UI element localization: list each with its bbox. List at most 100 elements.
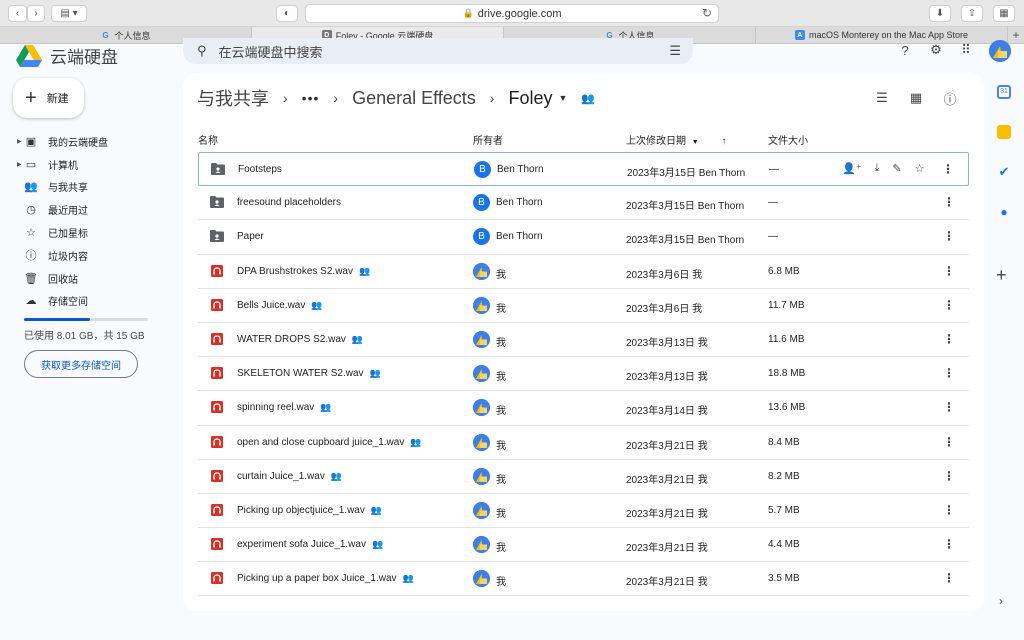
file-name[interactable]: spinning reel.wav 👥: [237, 402, 331, 413]
table-row[interactable]: spinning reel.wav 👥 我 2023年3月14日 我 13.6 MB ⋮: [198, 391, 969, 426]
table-row[interactable]: open and close cupboard juice_1.wav 👥 我 202…: [198, 426, 969, 460]
star-icon[interactable]: ☆: [915, 162, 925, 175]
file-size: 8.2 MB: [768, 470, 800, 482]
more-actions-icon[interactable]: ⋮: [943, 332, 955, 346]
sidebar-item[interactable]: ☆ 已加星标: [0, 221, 170, 244]
chevron-right-icon: ›: [333, 90, 339, 106]
table-row[interactable]: Footsteps B Ben Thorn 2023年3月15日 Ben Thorn —…: [198, 152, 969, 187]
file-name[interactable]: Paper: [237, 231, 264, 242]
search-bar[interactable]: ⚲ 在云端硬盘中搜索 ☰: [183, 38, 693, 64]
file-name[interactable]: Footsteps: [238, 164, 282, 175]
new-tab-button[interactable]: +: [1008, 27, 1024, 43]
calendar-icon[interactable]: 31: [997, 85, 1011, 99]
downloads-button[interactable]: ⬇: [929, 5, 951, 22]
more-actions-icon[interactable]: ⋮: [943, 229, 955, 243]
search-input[interactable]: 在云端硬盘中搜索: [219, 42, 323, 61]
caret-down-icon[interactable]: ▼: [558, 93, 567, 103]
table-row[interactable]: curtain Juice_1.wav 👥 我 2023年3月21日 我 8.2 MB ⋮: [198, 460, 969, 494]
privacy-shield-icon[interactable]: ◐: [276, 5, 298, 22]
file-name[interactable]: Bells Juice.wav 👥: [237, 300, 323, 311]
file-name[interactable]: Picking up a paper box Juice_1.wav 👥: [237, 573, 414, 584]
file-name-text: DPA Brushstrokes S2.wav: [237, 265, 353, 277]
file-name[interactable]: DPA Brushstrokes S2.wav 👥: [237, 266, 370, 277]
more-actions-icon[interactable]: ⋮: [943, 264, 955, 278]
more-actions-icon[interactable]: ⋮: [943, 537, 955, 551]
table-row[interactable]: SKELETON WATER S2.wav 👥 我 2023年3月13日 我 18.8 …: [198, 357, 969, 392]
breadcrumb-root[interactable]: 与我共享: [197, 85, 269, 111]
more-actions-icon[interactable]: ⋮: [943, 195, 955, 209]
more-actions-icon[interactable]: ⋮: [943, 366, 955, 380]
more-actions-icon[interactable]: ⋮: [943, 298, 955, 312]
breadcrumb-general-effects[interactable]: General Effects: [352, 88, 476, 109]
forward-button[interactable]: ›: [27, 5, 45, 22]
settings-gear-icon[interactable]: ⚙: [927, 41, 945, 59]
more-actions-icon[interactable]: ⋮: [943, 571, 955, 585]
get-more-storage-button[interactable]: 获取更多存储空间: [24, 350, 138, 378]
file-name[interactable]: open and close cupboard juice_1.wav 👥: [237, 437, 422, 448]
sidebar-item[interactable]: ▶ ▭ 计算机: [0, 153, 170, 176]
more-actions-icon[interactable]: ⋮: [943, 435, 955, 449]
back-button[interactable]: ‹: [8, 5, 27, 22]
search-options-icon[interactable]: ☰: [669, 43, 681, 59]
table-row[interactable]: Picking up objectjuice_1.wav 👥 我 2023年3月21日…: [198, 494, 969, 529]
share-person-add-icon[interactable]: 👤⁺: [842, 162, 862, 175]
table-row[interactable]: DPA Brushstrokes S2.wav 👥 我 2023年3月6日 我 6.8 …: [198, 255, 969, 289]
reload-icon[interactable]: ↻: [702, 6, 712, 20]
grid-view-icon[interactable]: ▦: [908, 90, 924, 106]
breadcrumb-overflow-button[interactable]: •••: [302, 90, 320, 106]
sidebar-item[interactable]: ☁ 存储空间: [0, 290, 170, 313]
info-icon[interactable]: ⓘ: [942, 90, 958, 107]
column-header-name[interactable]: 名称: [198, 132, 218, 147]
drive-logo[interactable]: 云端硬盘: [16, 43, 118, 68]
address-bar[interactable]: 🔒 drive.google.com ↻: [305, 4, 719, 23]
table-row[interactable]: Bells Juice.wav 👥 我 2023年3月6日 我 11.7 MB ⋮: [198, 289, 969, 323]
file-name[interactable]: curtain Juice_1.wav 👥: [237, 471, 342, 482]
file-name[interactable]: experiment sofa Juice_1.wav 👥: [237, 539, 383, 550]
column-header-owner[interactable]: 所有者: [473, 132, 503, 147]
more-actions-icon[interactable]: ⋮: [943, 469, 955, 483]
column-header-modified[interactable]: 上次修改日期 ▼ ↑: [626, 132, 727, 147]
account-avatar[interactable]: [989, 40, 1011, 62]
table-row[interactable]: experiment sofa Juice_1.wav 👥 我 2023年3月21日 …: [198, 528, 969, 563]
column-header-size[interactable]: 文件大小: [768, 132, 808, 147]
sidebar-item[interactable]: ⓘ 垃圾内容: [0, 244, 170, 267]
more-actions-icon[interactable]: ⋮: [943, 503, 955, 517]
storage-usage-bar: [24, 318, 148, 321]
chevron-right-icon[interactable]: ›: [999, 594, 1003, 608]
sidebar-item-label: 回收站: [48, 274, 78, 286]
search-icon[interactable]: ⚲: [197, 43, 207, 59]
file-name[interactable]: WATER DROPS S2.wav 👥: [237, 334, 363, 345]
filter-icon[interactable]: ☰: [874, 90, 890, 106]
table-row[interactable]: WATER DROPS S2.wav 👥 我 2023年3月13日 我 11.6 MB ⋮: [198, 323, 969, 358]
sidebar-item[interactable]: ◷ 最近用过: [0, 198, 170, 221]
sidebar-item[interactable]: ▶ ▣ 我的云端硬盘: [0, 130, 170, 153]
sidebar-toggle-button[interactable]: ▤ ▾: [51, 5, 87, 22]
keep-icon[interactable]: [997, 125, 1011, 139]
sidebar-item[interactable]: 👥 与我共享: [0, 176, 170, 199]
expand-caret-icon[interactable]: ▶: [17, 161, 22, 168]
table-row[interactable]: Picking up a paper box Juice_1.wav 👥 我 2023…: [198, 562, 969, 597]
expand-caret-icon[interactable]: ▶: [17, 138, 22, 145]
breadcrumb-current-folder[interactable]: Foley: [508, 88, 552, 109]
tab-overview-button[interactable]: ▦: [993, 5, 1015, 22]
shared-folder-icon[interactable]: 👥: [581, 92, 595, 105]
contacts-icon[interactable]: ●: [997, 205, 1011, 219]
table-row[interactable]: freesound placeholders B Ben Thorn 2023年3月1…: [198, 186, 969, 221]
sort-direction-arrow-icon[interactable]: ↑: [722, 136, 727, 147]
rename-pencil-icon[interactable]: ✎: [892, 162, 901, 175]
file-name[interactable]: Picking up objectjuice_1.wav 👥: [237, 505, 382, 516]
sidebar-item[interactable]: 🗑 回收站: [0, 267, 170, 290]
help-icon[interactable]: ?: [896, 41, 914, 59]
more-actions-icon[interactable]: ⋮: [943, 400, 955, 414]
share-button[interactable]: ⇪: [961, 5, 983, 22]
file-name[interactable]: SKELETON WATER S2.wav 👥: [237, 368, 381, 379]
more-actions-icon[interactable]: ⋮: [942, 162, 954, 176]
add-addon-icon[interactable]: +: [996, 265, 1007, 286]
table-row[interactable]: Paper B Ben Thorn 2023年3月15日 Ben Thorn — ⋮: [198, 220, 969, 255]
apps-grid-icon[interactable]: ⠿: [957, 41, 975, 59]
file-name[interactable]: freesound placeholders: [237, 197, 341, 208]
download-icon[interactable]: ⤓: [875, 162, 880, 175]
cloud-icon: ☁: [25, 295, 37, 308]
new-button[interactable]: + 新建: [13, 78, 84, 118]
tasks-icon[interactable]: ✔: [997, 165, 1011, 179]
